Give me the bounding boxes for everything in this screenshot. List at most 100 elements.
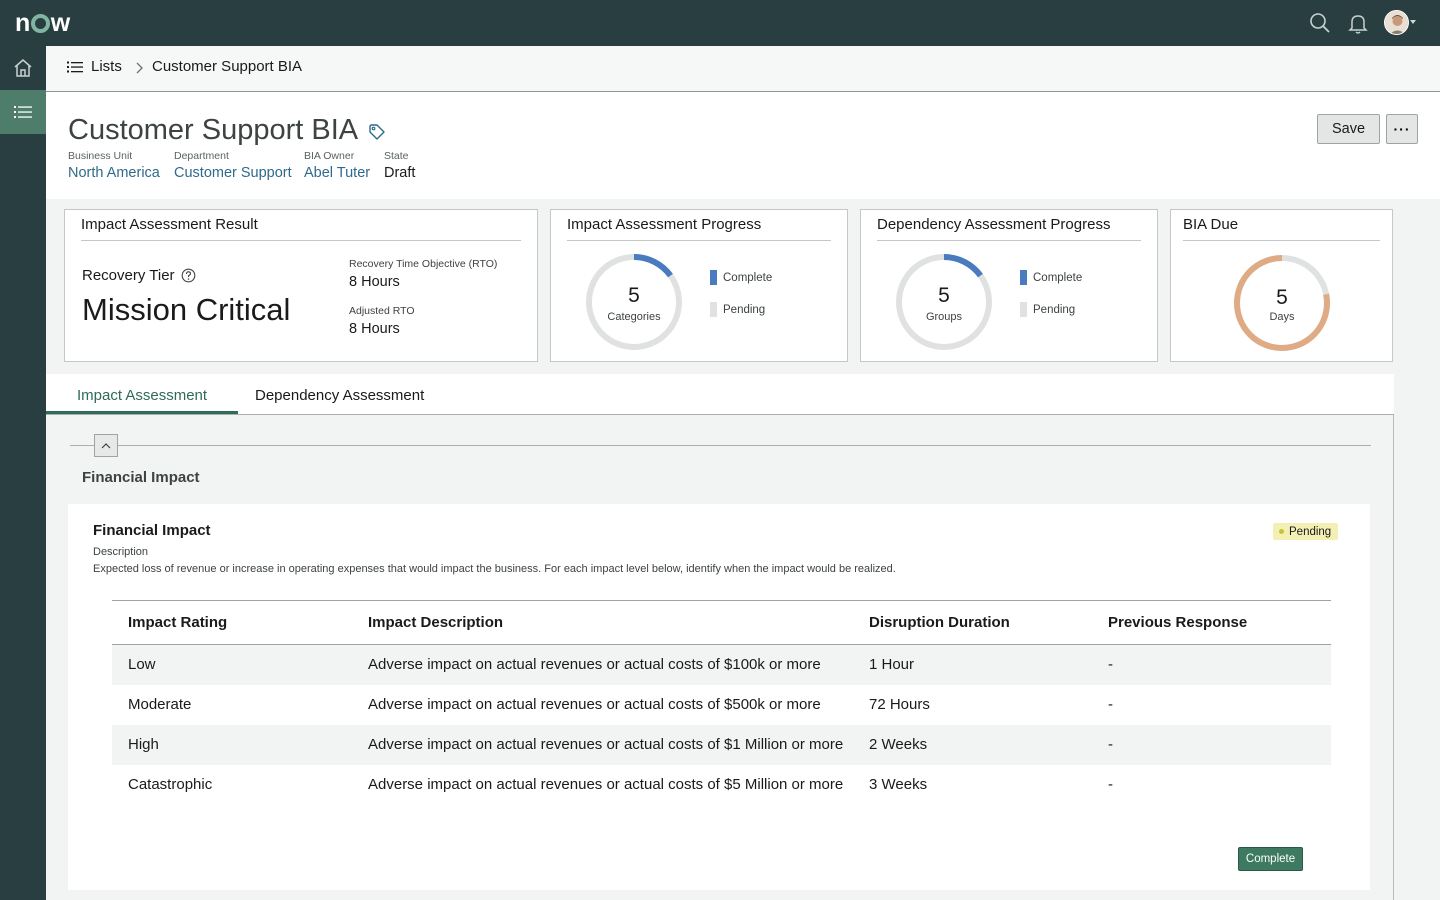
table-cell: Low	[112, 644, 352, 685]
record-header: Customer Support BIA Business Unit North…	[46, 92, 1440, 199]
complete-button[interactable]: Complete	[1238, 847, 1303, 871]
table-cell: -	[1092, 644, 1331, 685]
field-label: Department	[174, 150, 229, 162]
legend-complete: Complete	[1020, 270, 1082, 285]
table-row: Low Adverse impact on actual revenues or…	[112, 644, 1331, 685]
donut-count: 5	[628, 284, 640, 307]
table-cell: 3 Weeks	[869, 776, 928, 793]
field-label: Business Unit	[68, 150, 133, 162]
impact-progress-donut: 5 Categories	[586, 254, 682, 350]
legend-swatch	[1020, 302, 1027, 317]
table-cell: Moderate	[128, 696, 192, 713]
rto-value: 8 Hours	[349, 274, 400, 290]
legend-complete-label: Complete	[723, 271, 773, 284]
summary-cards: Impact Assessment Result Recovery Tier M…	[46, 199, 1440, 374]
status-badge: Pending	[1273, 523, 1339, 540]
section-heading: Financial Impact	[82, 469, 200, 486]
legend-swatch	[710, 270, 717, 285]
field-label: State	[384, 150, 409, 162]
donut-unit: Groups	[926, 311, 963, 323]
status-dot	[1279, 529, 1284, 534]
impact-table: Impact Rating Impact Description Disrupt…	[112, 600, 1331, 805]
table-cell: 1 Hour	[853, 644, 1092, 685]
recovery-tier-value: Mission Critical	[82, 292, 291, 327]
left-rail	[0, 46, 46, 900]
table-cell: Adverse impact on actual revenues or act…	[368, 776, 844, 793]
legend-swatch	[1020, 270, 1027, 285]
save-button[interactable]: Save	[1317, 114, 1380, 144]
breadcrumb: Lists Customer Support BIA	[46, 46, 1440, 92]
table-cell: -	[1092, 724, 1331, 765]
collapse-button[interactable]	[94, 434, 118, 457]
divider	[877, 240, 1141, 241]
tab-dependency-assessment[interactable]: Dependency Assessment	[255, 387, 424, 404]
column-header: Impact Rating	[112, 600, 352, 645]
table-cell: High	[112, 724, 352, 765]
column-header: Impact Description	[352, 600, 853, 645]
table-cell: Adverse impact on actual revenues or act…	[352, 644, 853, 685]
top-header: nw	[0, 0, 1440, 46]
breadcrumb-lists-link[interactable]: Lists	[66, 58, 122, 75]
active-tab-indicator	[46, 411, 238, 414]
table-cell: Adverse impact on actual revenues or act…	[352, 724, 853, 765]
divider	[70, 445, 1371, 446]
business-unit-link[interactable]: North America	[68, 165, 160, 181]
divider	[567, 240, 831, 241]
legend-complete: Complete	[710, 270, 772, 285]
table-row: Moderate Adverse impact on actual revenu…	[112, 685, 1331, 725]
breadcrumb-lists-label: Lists	[91, 58, 122, 75]
search-icon[interactable]	[1307, 10, 1333, 36]
bell-icon[interactable]	[1345, 10, 1371, 36]
field-state: State Draft	[384, 150, 415, 181]
servicenow-logo[interactable]: nw	[15, 9, 70, 38]
legend-swatch	[710, 302, 717, 317]
tab-bar: Impact Assessment Dependency Assessment	[46, 374, 1394, 415]
legend-pending-label: Pending	[1033, 303, 1076, 316]
table-row: Catastrophic Adverse impact on actual re…	[112, 765, 1331, 805]
bia-due-card: BIA Due 5 Days	[1170, 209, 1393, 362]
chevron-right-icon	[136, 62, 143, 74]
donut-unit: Categories	[607, 311, 661, 323]
bia-owner-link[interactable]: Abel Tuter	[304, 165, 370, 181]
impact-progress-card: Impact Assessment Progress 5 Categories …	[550, 209, 848, 362]
recovery-tier-label: Recovery Tier	[82, 267, 196, 284]
rto-label: Recovery Time Objective (RTO)	[349, 258, 498, 270]
dependency-progress-donut: 5 Groups	[896, 254, 992, 350]
dependency-progress-card: Dependency Assessment Progress 5 Groups …	[860, 209, 1158, 362]
financial-impact-card: Financial Impact Pending Description Exp…	[68, 504, 1370, 890]
table-cell: 72 Hours	[869, 696, 930, 713]
donut-count: 5	[1276, 286, 1288, 309]
more-actions-button[interactable]: ···	[1386, 114, 1418, 144]
adjusted-rto-label: Adjusted RTO	[349, 305, 415, 317]
description-label: Description	[93, 546, 149, 558]
divider	[81, 240, 521, 241]
table-header-row: Impact Rating Impact Description Disrupt…	[112, 600, 1331, 645]
breadcrumb-current: Customer Support BIA	[152, 58, 303, 75]
help-icon[interactable]	[181, 268, 196, 283]
tab-impact-assessment[interactable]: Impact Assessment	[77, 387, 207, 404]
donut-unit: Days	[1269, 311, 1295, 323]
card-title: Impact Assessment Result	[81, 216, 258, 233]
field-label: BIA Owner	[304, 150, 355, 162]
legend-pending: Pending	[1020, 302, 1075, 317]
donut-count: 5	[938, 284, 950, 307]
avatar[interactable]	[1384, 10, 1409, 35]
legend-complete-label: Complete	[1033, 271, 1083, 284]
department-link[interactable]: Customer Support	[174, 165, 292, 181]
field-business-unit: Business Unit North America	[68, 150, 160, 181]
card-title: Dependency Assessment Progress	[877, 216, 1111, 233]
recovery-tier-text: Recovery Tier	[82, 267, 175, 284]
adjusted-rto-value: 8 Hours	[349, 321, 400, 337]
state-value: Draft	[384, 165, 416, 181]
table-cell: Catastrophic	[128, 776, 213, 793]
table-cell: 2 Weeks	[853, 724, 1092, 765]
status-text: Pending	[1289, 525, 1332, 538]
chevron-down-icon[interactable]	[1410, 20, 1416, 24]
rail-item-home[interactable]	[0, 46, 46, 90]
card-title: Financial Impact	[93, 522, 211, 539]
user-avatar-image	[1385, 11, 1408, 34]
legend-pending-label: Pending	[723, 303, 766, 316]
table-cell: -	[1108, 776, 1113, 793]
rail-item-lists[interactable]	[0, 90, 46, 134]
tag-icon[interactable]	[368, 123, 386, 141]
